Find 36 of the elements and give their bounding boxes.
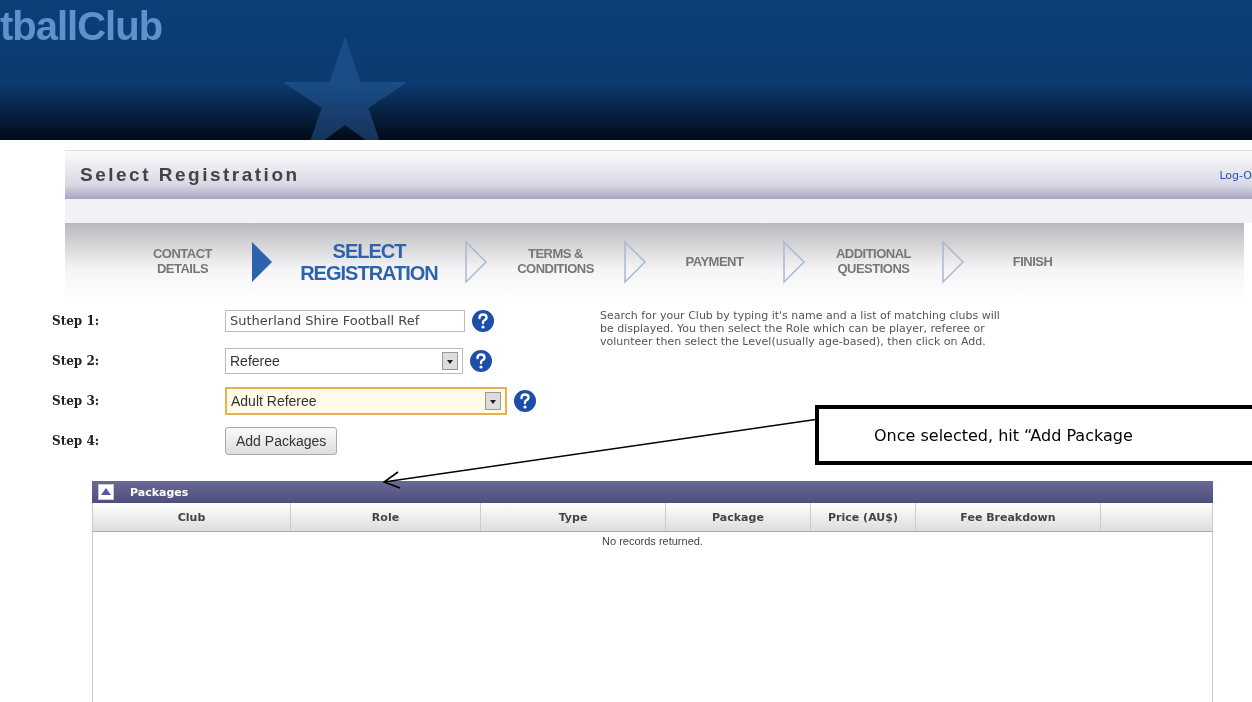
column-header[interactable]: Price (AU$) xyxy=(811,503,916,531)
step-label-text: Step 1: xyxy=(52,314,101,328)
step-label-text: Step 4: xyxy=(52,434,101,448)
step-label: ADDITIONAL QUESTIONS xyxy=(834,247,913,277)
instructions-text: Search for your Club by typing it's name and a list of matching clubs will be displayed. You then select the Role which can be player, referee or volunteer then select the Level(usually age-based), then click on Add. xyxy=(600,309,1000,348)
add-packages-button[interactable]: Add Packages xyxy=(225,427,338,455)
column-header[interactable]: Package xyxy=(666,503,811,531)
column-header[interactable]: Club xyxy=(93,503,291,531)
club-search-field[interactable]: Sutherland Shire Football Ref xyxy=(225,310,465,332)
step-label: CONTACT DETAILS xyxy=(151,247,214,277)
help-icon[interactable] xyxy=(513,389,537,413)
chevron-icon xyxy=(250,240,274,284)
chevron-icon xyxy=(464,240,488,284)
chevron-icon xyxy=(941,240,965,284)
dropdown[interactable]: Adult Referee xyxy=(225,387,507,415)
collapse-icon[interactable] xyxy=(98,484,114,500)
empty-message: No records returned. xyxy=(602,535,703,547)
logout-link[interactable]: Log-O xyxy=(1219,168,1252,182)
site-logo: tballClub xyxy=(0,6,163,46)
column-header[interactable]: Fee Breakdown xyxy=(916,503,1101,531)
page-title: Select Registration xyxy=(80,164,300,186)
chevron-icon xyxy=(623,240,647,284)
chevron-icon xyxy=(782,240,806,284)
column-header[interactable]: Role xyxy=(291,503,481,531)
step-label: SELECT REGISTRATION xyxy=(299,240,439,284)
help-icon[interactable] xyxy=(471,309,495,333)
step-label-text: Step 3: xyxy=(52,394,101,408)
callout-text: Once selected, hit “Add Package xyxy=(874,425,1133,445)
help-icon[interactable] xyxy=(469,349,493,373)
column-header[interactable]: Type xyxy=(481,503,666,531)
packages-title: Packages xyxy=(130,485,189,499)
step-label: TERMS & CONDITIONS xyxy=(516,247,595,277)
step-label-text: Step 2: xyxy=(52,354,101,368)
step-label: PAYMENT xyxy=(684,254,745,270)
dropdown[interactable]: Referee xyxy=(225,348,463,374)
step-label: FINISH xyxy=(1011,254,1054,270)
